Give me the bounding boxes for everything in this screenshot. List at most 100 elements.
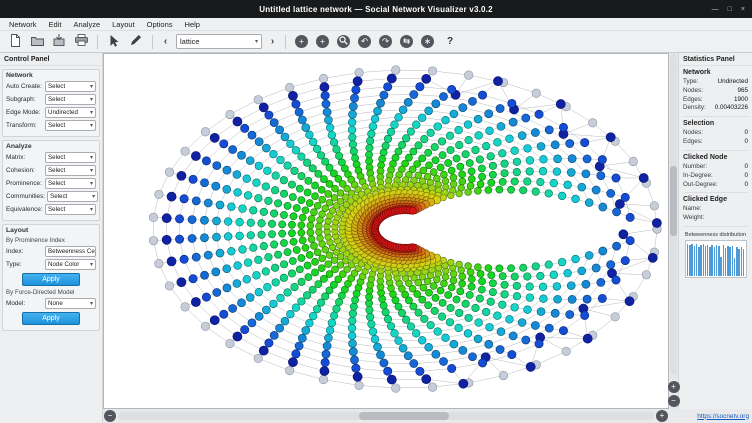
- network-group-title: Network: [6, 72, 97, 79]
- zoom-in-button[interactable]: +: [656, 410, 668, 422]
- subgraph-row: Subgraph: Select ▾: [6, 94, 96, 105]
- layout-group: Layout By Prominence Index Index: Betwee…: [2, 224, 100, 331]
- edge-mode-row: Edge Mode: Undirected ▾: [6, 107, 96, 118]
- network-group: Network Auto Create: Select ▾ Subgraph: …: [2, 69, 100, 137]
- find-node-button[interactable]: [337, 35, 350, 48]
- network-canvas[interactable]: [103, 53, 669, 409]
- menu-help[interactable]: Help: [179, 20, 206, 29]
- select-value: None: [48, 300, 63, 307]
- network-visualization: [104, 54, 668, 408]
- scrollbar-thumb[interactable]: [670, 166, 677, 236]
- next-relation-button[interactable]: ›: [266, 33, 279, 51]
- histogram-bar: [732, 246, 733, 276]
- auto-create-select[interactable]: Select ▾: [45, 81, 96, 92]
- maximize-icon[interactable]: □: [728, 6, 732, 13]
- stat-label: Density:: [683, 104, 706, 113]
- edge-mode-select[interactable]: Undirected ▾: [45, 107, 96, 118]
- stat-value: 0: [744, 163, 748, 172]
- select-value: Select: [48, 154, 65, 161]
- zoom-out-button[interactable]: −: [668, 395, 680, 407]
- menu-edit[interactable]: Edit: [43, 20, 68, 29]
- stat-label: In-Degree:: [683, 172, 713, 181]
- communities-select[interactable]: Select ▾: [47, 191, 98, 202]
- select-value: Select: [48, 83, 65, 90]
- menu-layout[interactable]: Layout: [106, 20, 141, 29]
- statistics-panel: Statistics Panel Network Type: Undirecte…: [678, 53, 752, 409]
- stat-label: Out-Degree:: [683, 181, 718, 190]
- print-network-button[interactable]: [71, 33, 91, 51]
- equivalence-select[interactable]: Select ▾: [45, 204, 96, 215]
- swap-relations-button[interactable]: ⇆: [400, 35, 413, 48]
- open-network-button[interactable]: [27, 33, 47, 51]
- edit-node-button[interactable]: [126, 33, 146, 51]
- select-value: Select: [48, 167, 65, 174]
- minimize-icon[interactable]: —: [712, 6, 719, 13]
- horizontal-scrollbar[interactable]: − +: [103, 409, 669, 423]
- rotate-right-button[interactable]: ↷: [379, 35, 392, 48]
- settings-button[interactable]: ∗: [421, 35, 434, 48]
- add-node-button[interactable]: +: [295, 35, 308, 48]
- relation-combo[interactable]: lattice ▾: [176, 34, 262, 49]
- scrollbar-track[interactable]: [670, 54, 677, 375]
- stat-value: Undirected: [718, 78, 748, 87]
- stat-row: Out-Degree: 0: [683, 181, 748, 190]
- pointer-tool-button[interactable]: [104, 33, 124, 51]
- apply-force-layout-button[interactable]: Apply: [22, 312, 80, 325]
- histogram-title: Betweenness distribution: [679, 232, 752, 238]
- stat-label: Type:: [683, 78, 698, 87]
- stat-label: Nodes:: [683, 87, 703, 96]
- layout-group-title: Layout: [6, 227, 97, 234]
- apply-prominence-layout-button[interactable]: Apply: [22, 273, 80, 286]
- matrix-label: Matrix:: [6, 154, 25, 161]
- select-value: Select: [48, 180, 65, 187]
- select-value: Select: [48, 122, 65, 129]
- save-network-button[interactable]: [49, 33, 69, 51]
- layout-type-label: Type:: [6, 261, 22, 268]
- help-button[interactable]: ?: [442, 33, 458, 51]
- toolbar-separator: [97, 35, 98, 49]
- window-controls: — □ ×: [712, 0, 745, 18]
- select-value: Select: [50, 193, 67, 200]
- new-network-button[interactable]: [5, 33, 25, 51]
- scrollbar-thumb[interactable]: [359, 412, 449, 420]
- histogram-bar: [709, 247, 710, 276]
- zoom-in-button[interactable]: +: [668, 381, 680, 393]
- subgraph-select[interactable]: Select ▾: [45, 94, 96, 105]
- stat-value: 1900: [734, 96, 748, 105]
- force-directed-subtitle: By Force-Directed Model: [6, 289, 97, 296]
- socnetv-link[interactable]: https://socnetv.org: [697, 413, 749, 420]
- previous-relation-button[interactable]: ‹: [159, 33, 172, 51]
- transform-row: Transform: Select ▾: [6, 120, 96, 131]
- select-value: Undirected: [48, 109, 78, 116]
- menu-options[interactable]: Options: [141, 20, 179, 29]
- prominence-row: Prominence: Select ▾: [6, 178, 96, 189]
- zoom-out-button[interactable]: −: [104, 410, 116, 422]
- stat-row: Weight:: [683, 214, 748, 223]
- prominence-index-subtitle: By Prominence Index: [6, 237, 97, 244]
- prominence-select[interactable]: Select ▾: [45, 178, 96, 189]
- menu-network[interactable]: Network: [3, 20, 43, 29]
- layout-type-row: Type: Node Color ▾: [6, 259, 96, 270]
- histogram-bar: [743, 249, 744, 276]
- histogram-bar: [714, 247, 715, 276]
- stat-label: Edges:: [683, 138, 703, 147]
- close-icon[interactable]: ×: [741, 6, 745, 13]
- menu-analyze[interactable]: Analyze: [67, 20, 106, 29]
- layout-model-select[interactable]: None ▾: [45, 298, 96, 309]
- stat-label: Name:: [683, 205, 702, 214]
- window-title: Untitled lattice network — Social Networ…: [259, 5, 493, 14]
- histogram-bar: [727, 246, 728, 276]
- cohesion-select[interactable]: Select ▾: [45, 165, 96, 176]
- matrix-select[interactable]: Select ▾: [45, 152, 96, 163]
- add-edge-button[interactable]: +: [316, 35, 329, 48]
- layout-index-select[interactable]: Betweenness Cen.. ▾: [45, 246, 96, 257]
- histogram-bar: [741, 247, 742, 276]
- layout-type-select[interactable]: Node Color ▾: [45, 259, 96, 270]
- stat-row: Nodes: 0: [683, 129, 748, 138]
- histogram-bar: [738, 249, 739, 276]
- scrollbar-track[interactable]: [118, 412, 654, 420]
- histogram-bar: [707, 245, 708, 276]
- rotate-left-button[interactable]: ↶: [358, 35, 371, 48]
- vertical-scrollbar[interactable]: + −: [669, 53, 678, 409]
- transform-select[interactable]: Select ▾: [45, 120, 96, 131]
